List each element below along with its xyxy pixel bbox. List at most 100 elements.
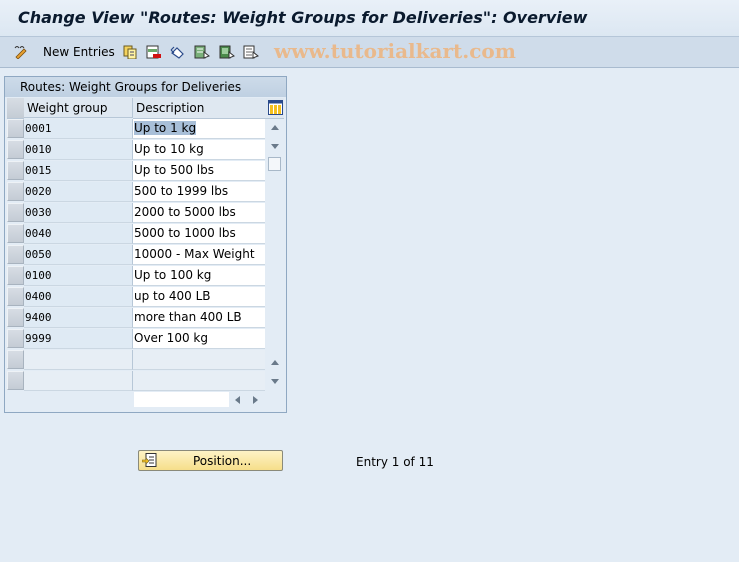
weight-group-cell: 0001 bbox=[24, 119, 133, 139]
window-title: Change View "Routes: Weight Groups for D… bbox=[18, 8, 588, 27]
undo-change-button[interactable] bbox=[170, 43, 184, 61]
row-selector[interactable] bbox=[7, 371, 24, 390]
description-field[interactable]: 500 to 1999 lbs bbox=[133, 182, 265, 202]
entry-counter: Entry 1 of 11 bbox=[356, 455, 434, 469]
description-field[interactable]: Up to 100 kg bbox=[133, 266, 265, 286]
table-row: 0100 Up to 100 kg bbox=[5, 266, 267, 286]
display-change-button[interactable] bbox=[14, 43, 28, 61]
weight-group-cell: 0400 bbox=[24, 287, 133, 307]
description-text: Up to 500 lbs bbox=[134, 163, 214, 177]
row-selector[interactable] bbox=[7, 119, 24, 138]
table-row bbox=[5, 350, 267, 370]
scroll-left-button[interactable] bbox=[235, 396, 240, 404]
new-entries-label: New Entries bbox=[43, 45, 115, 59]
column-settings-icon bbox=[268, 100, 283, 118]
table-row: 0040 5000 to 1000 lbs bbox=[5, 224, 267, 244]
scroll-up-button[interactable] bbox=[271, 125, 279, 130]
description-field[interactable]: Up to 10 kg bbox=[133, 140, 265, 160]
copy-button[interactable] bbox=[123, 43, 137, 61]
scroll-right-button[interactable] bbox=[253, 396, 258, 404]
column-header-weight-group[interactable]: Weight group bbox=[24, 98, 133, 118]
delete-row-icon bbox=[146, 45, 161, 59]
description-text: 10000 - Max Weight bbox=[134, 247, 255, 261]
delete-button[interactable] bbox=[146, 43, 161, 61]
vertical-scrollbar-thumb[interactable] bbox=[268, 157, 281, 171]
weight-group-cell: 0050 bbox=[24, 245, 133, 265]
description-text: 500 to 1999 lbs bbox=[134, 184, 229, 198]
deselect-all-icon bbox=[243, 45, 259, 59]
row-selector[interactable] bbox=[7, 140, 24, 159]
new-entries-button[interactable]: New Entries bbox=[43, 43, 115, 61]
weight-group-cell: 0040 bbox=[24, 224, 133, 244]
description-text: 2000 to 5000 lbs bbox=[134, 205, 236, 219]
row-selector[interactable] bbox=[7, 224, 24, 243]
table-row: 0020 500 to 1999 lbs bbox=[5, 182, 267, 202]
row-selector[interactable] bbox=[7, 182, 24, 201]
weight-group-cell bbox=[24, 350, 133, 370]
row-selector[interactable] bbox=[7, 308, 24, 327]
description-text: Up to 10 kg bbox=[134, 142, 204, 156]
position-icon bbox=[141, 453, 157, 471]
table-row: 0001 Up to 1 kg bbox=[5, 119, 267, 139]
row-selector[interactable] bbox=[7, 266, 24, 285]
description-field bbox=[133, 371, 265, 391]
undo-icon bbox=[170, 45, 184, 59]
description-field[interactable]: Up to 1 kg bbox=[133, 119, 265, 139]
pencil-glasses-icon bbox=[14, 45, 28, 60]
table-title: Routes: Weight Groups for Deliveries bbox=[20, 80, 242, 94]
description-text: more than 400 LB bbox=[134, 310, 242, 324]
table-row: 9400 more than 400 LB bbox=[5, 308, 267, 328]
table-settings-button[interactable] bbox=[267, 98, 284, 119]
description-field[interactable]: up to 400 LB bbox=[133, 287, 265, 307]
select-all-button[interactable] bbox=[194, 43, 210, 61]
description-field[interactable]: 2000 to 5000 lbs bbox=[133, 203, 265, 223]
description-text: 5000 to 1000 lbs bbox=[134, 226, 236, 240]
column-header-description[interactable]: Description bbox=[133, 98, 267, 119]
select-all-rows-button[interactable] bbox=[7, 98, 24, 119]
table-title-bar: Routes: Weight Groups for Deliveries bbox=[5, 77, 286, 97]
row-selector[interactable] bbox=[7, 161, 24, 180]
position-button[interactable]: Position... bbox=[138, 450, 283, 471]
weight-group-cell: 0030 bbox=[24, 203, 133, 223]
table-row: 0010 Up to 10 kg bbox=[5, 140, 267, 160]
table-row: 0050 10000 - Max Weight bbox=[5, 245, 267, 265]
select-block-icon bbox=[219, 45, 235, 59]
table-row bbox=[5, 371, 267, 391]
description-text: Up to 100 kg bbox=[134, 268, 212, 282]
row-selector[interactable] bbox=[7, 203, 24, 222]
row-selector[interactable] bbox=[7, 350, 24, 369]
weight-group-cell: 0010 bbox=[24, 140, 133, 160]
row-selector[interactable] bbox=[7, 245, 24, 264]
scroll-down-button[interactable] bbox=[271, 144, 279, 149]
description-text: up to 400 LB bbox=[134, 289, 211, 303]
table-row: 0030 2000 to 5000 lbs bbox=[5, 203, 267, 223]
scroll-page-down-button[interactable] bbox=[271, 379, 279, 384]
table-control: Routes: Weight Groups for Deliveries Wei… bbox=[4, 76, 287, 413]
row-selector[interactable] bbox=[7, 287, 24, 306]
row-selector[interactable] bbox=[7, 329, 24, 348]
select-all-icon bbox=[194, 45, 210, 59]
weight-group-cell: 9999 bbox=[24, 329, 133, 349]
table-row: 9999 Over 100 kg bbox=[5, 329, 267, 349]
description-field[interactable]: 5000 to 1000 lbs bbox=[133, 224, 265, 244]
weight-group-cell: 0015 bbox=[24, 161, 133, 181]
copy-icon bbox=[123, 45, 137, 60]
title-bar: Change View "Routes: Weight Groups for D… bbox=[0, 0, 739, 37]
weight-group-cell: 9400 bbox=[24, 308, 133, 328]
table-row: 0015 Up to 500 lbs bbox=[5, 161, 267, 181]
select-block-button[interactable] bbox=[219, 43, 235, 61]
horizontal-scrollbar[interactable] bbox=[134, 392, 229, 407]
table-row: 0400 up to 400 LB bbox=[5, 287, 267, 307]
description-field bbox=[133, 350, 265, 370]
watermark-text: www.tutorialkart.com bbox=[274, 39, 516, 63]
position-button-label: Position... bbox=[193, 454, 252, 468]
description-field[interactable]: more than 400 LB bbox=[133, 308, 265, 328]
description-field[interactable]: 10000 - Max Weight bbox=[133, 245, 265, 265]
description-field[interactable]: Over 100 kg bbox=[133, 329, 265, 349]
weight-group-cell: 0020 bbox=[24, 182, 133, 202]
description-field[interactable]: Up to 500 lbs bbox=[133, 161, 265, 181]
scroll-page-up-button[interactable] bbox=[271, 360, 279, 365]
weight-group-cell bbox=[24, 371, 133, 391]
deselect-all-button[interactable] bbox=[243, 43, 259, 61]
description-text: Over 100 kg bbox=[134, 331, 208, 345]
